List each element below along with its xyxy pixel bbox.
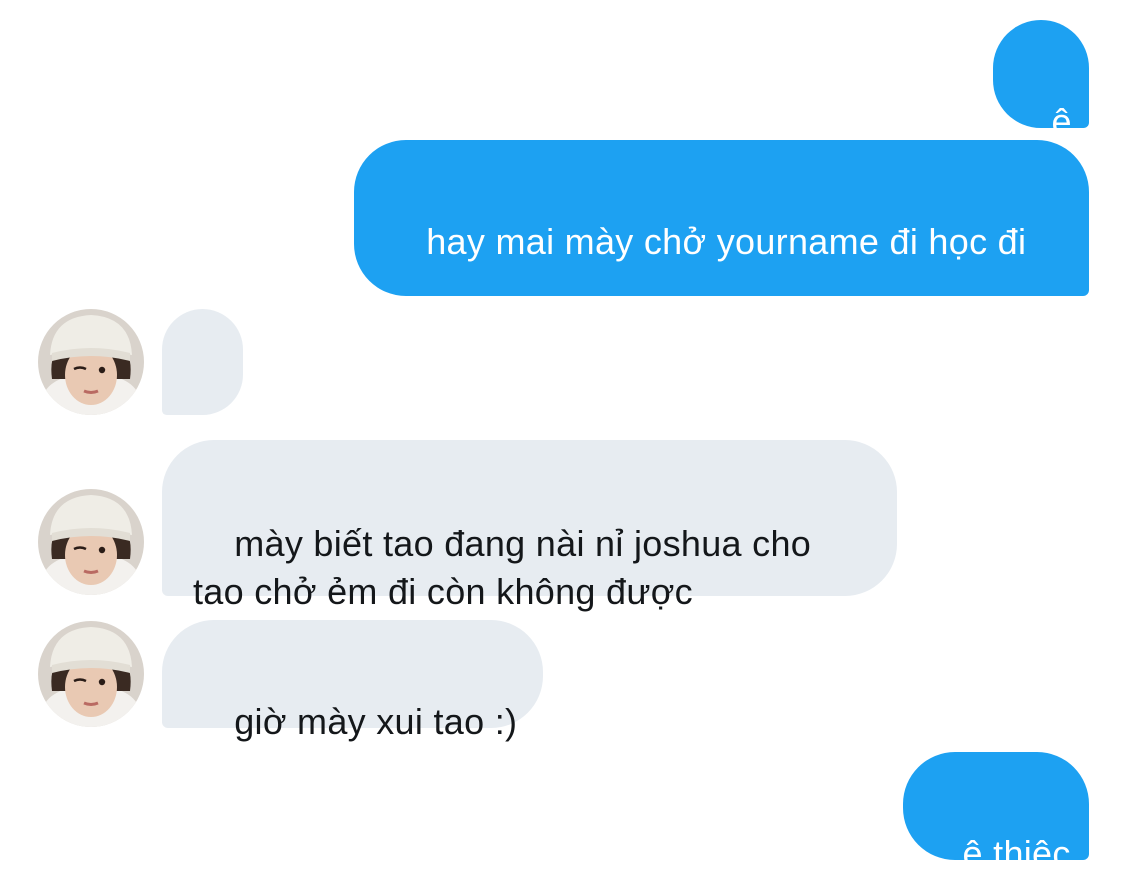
message-text: ê — [1051, 101, 1072, 142]
avatar[interactable] — [38, 489, 144, 595]
message-text: hay mai mày chở yourname đi học đi — [426, 221, 1027, 262]
message-bubble-outgoing[interactable]: hay mai mày chở yourname đi học đi — [354, 140, 1089, 296]
message-text: giờ mày xui tao :) — [234, 701, 518, 742]
profile-photo-avatar-icon — [38, 489, 144, 595]
avatar[interactable] — [38, 621, 144, 727]
message-bubble-outgoing[interactable]: ê thiệc — [903, 752, 1089, 869]
message-text: ê thiệc — [962, 833, 1071, 869]
chat-thread: ê hay mai mày chở yourname đi học đi ? — [0, 0, 1125, 869]
message-bubble-incoming[interactable]: giờ mày xui tao :) — [162, 620, 543, 742]
profile-photo-avatar-icon — [38, 621, 144, 727]
message-text: mày biết tao đang nài nỉ joshua cho tao … — [193, 523, 822, 612]
message-bubble-outgoing[interactable]: ê — [993, 20, 1089, 142]
profile-photo-avatar-icon — [38, 309, 144, 415]
message-bubble-incoming[interactable]: ? — [162, 309, 243, 479]
avatar[interactable] — [38, 309, 144, 415]
message-bubble-incoming[interactable]: mày biết tao đang nài nỉ joshua cho tao … — [162, 440, 897, 612]
